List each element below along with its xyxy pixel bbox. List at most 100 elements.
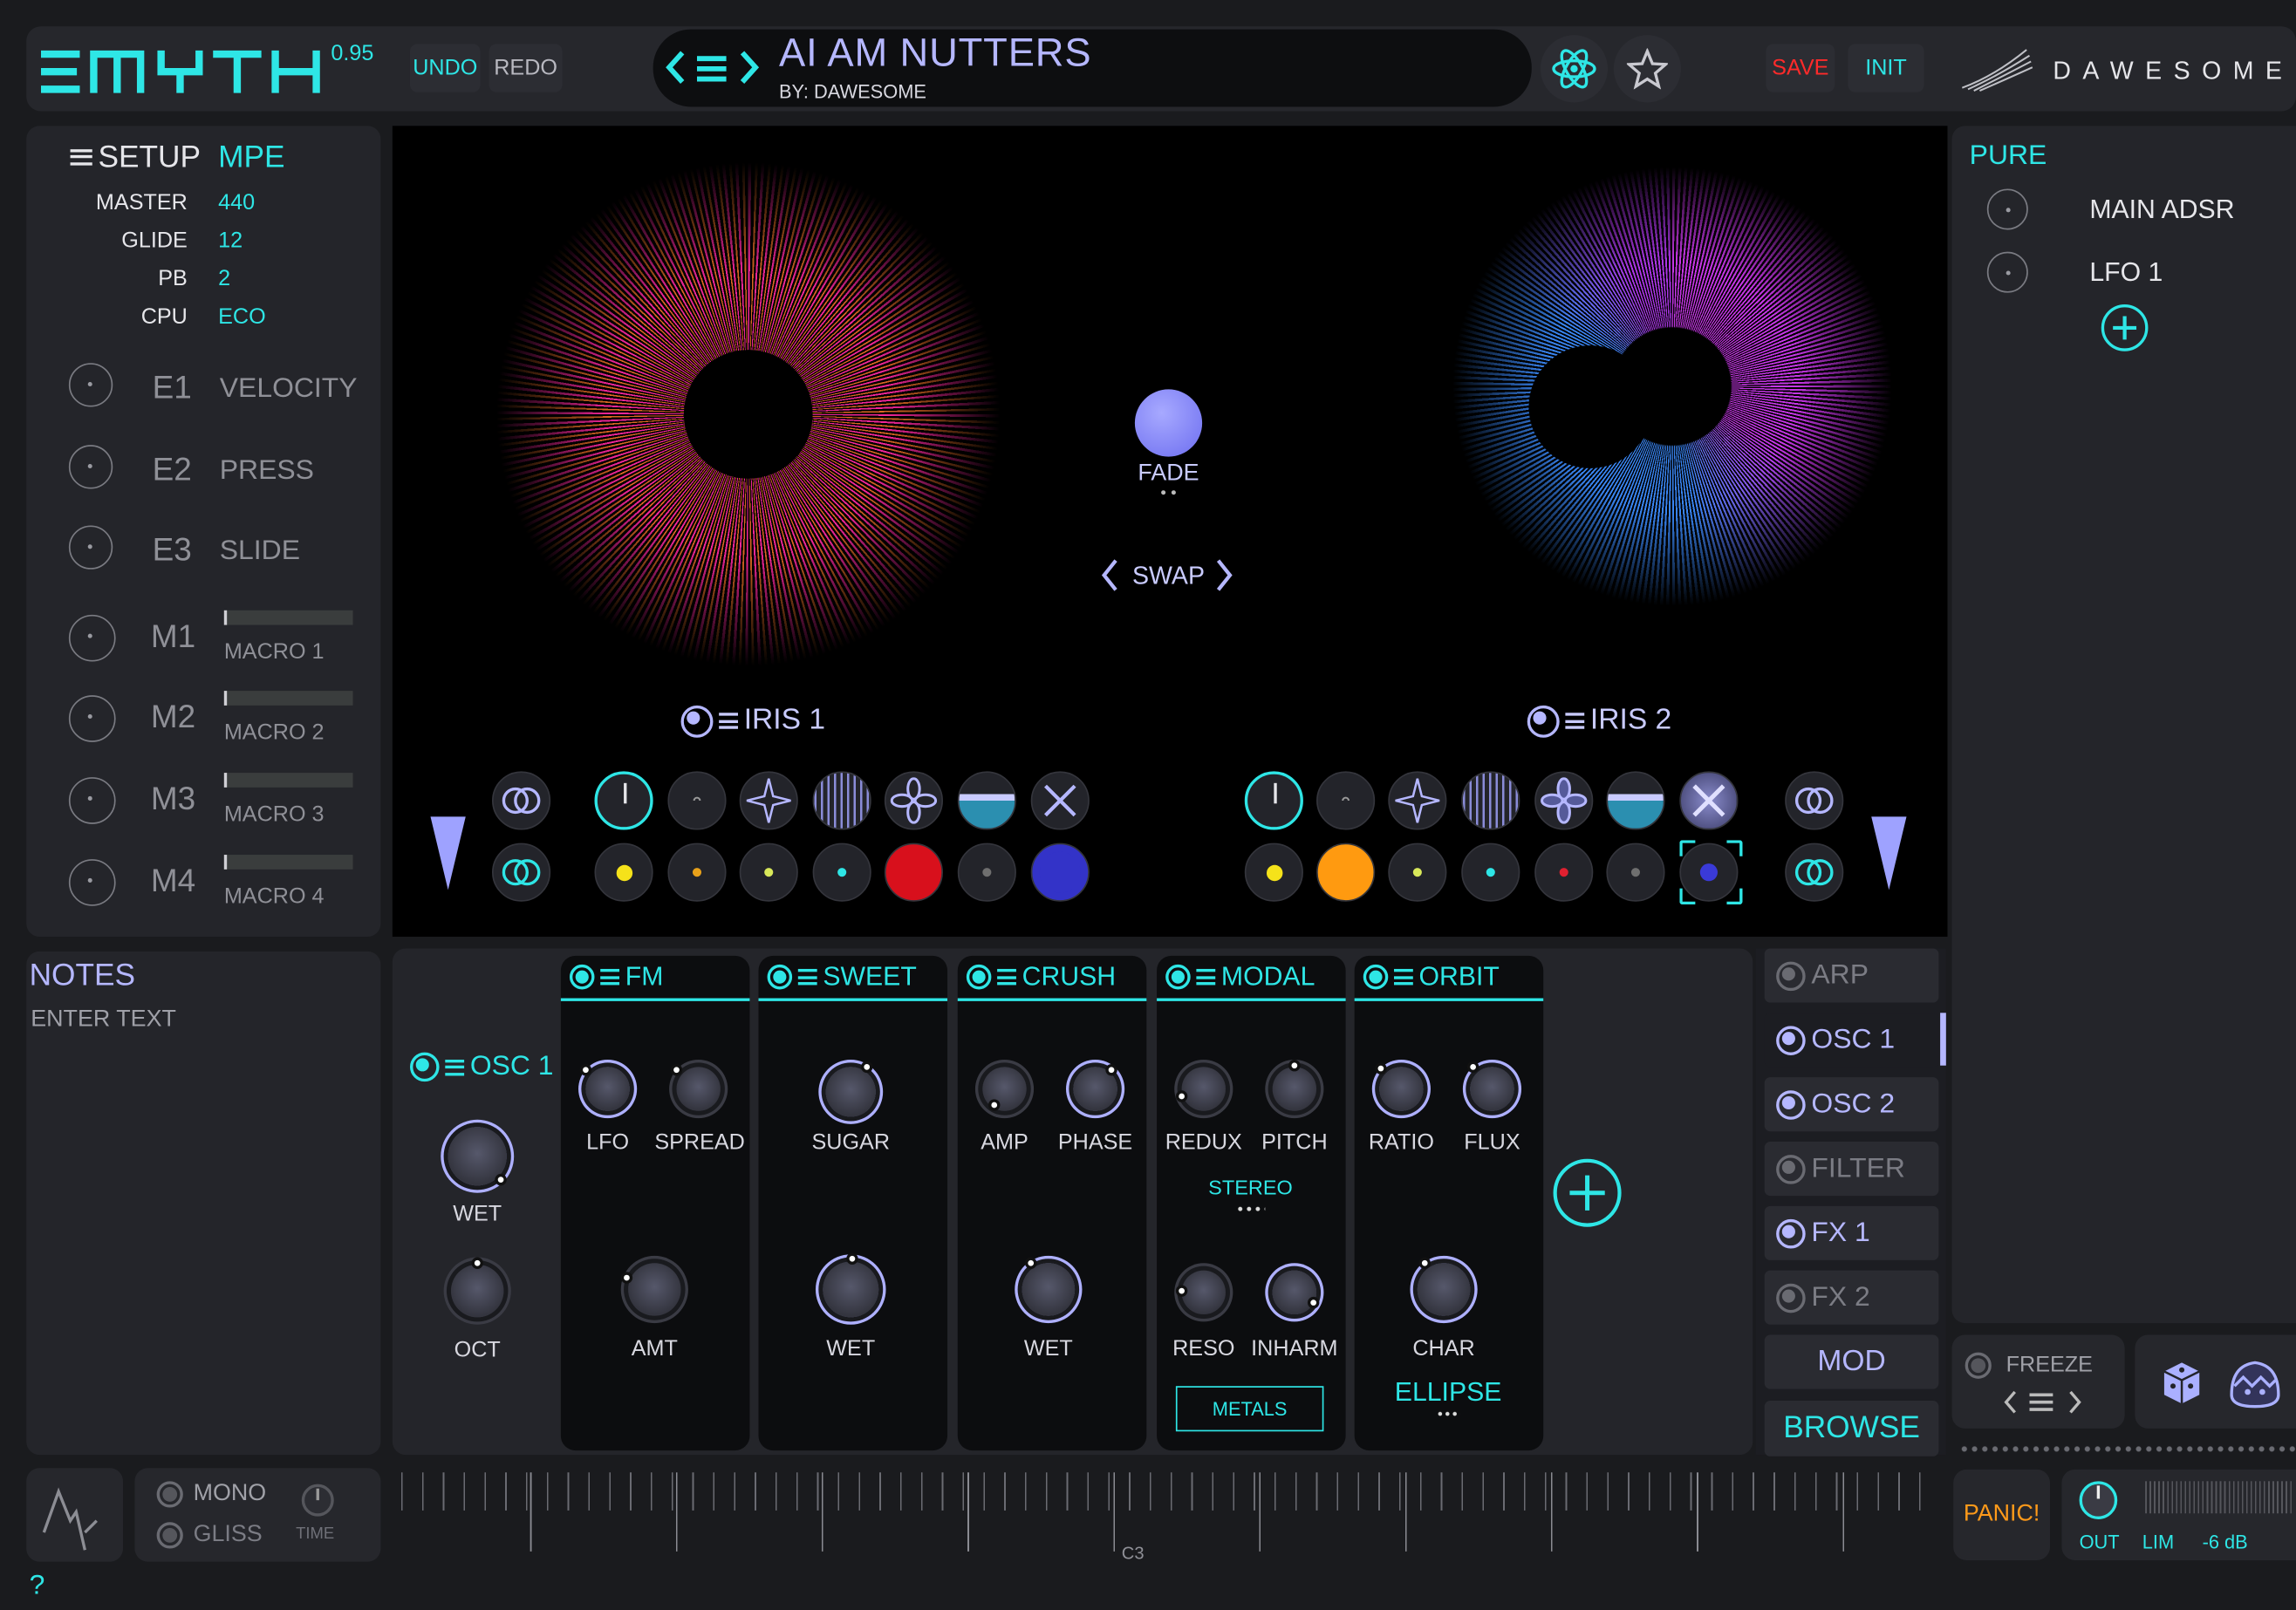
fm-spread-knob[interactable] <box>670 1064 721 1111</box>
osc-1-header[interactable]: OSC 1 <box>409 1051 554 1083</box>
crush-amp-knob[interactable] <box>982 1067 1027 1111</box>
modal-inharm-knob[interactable] <box>1272 1270 1320 1315</box>
iris-2-mod-dot-7[interactable] <box>1679 843 1739 902</box>
swap-prev-button[interactable] <box>1098 556 1122 595</box>
fx-2-power-toggle[interactable] <box>1776 1282 1806 1313</box>
m2-mod-target[interactable] <box>68 695 116 742</box>
iris-2-link-icon[interactable] <box>1785 843 1844 902</box>
crush-header[interactable]: CRUSH <box>957 956 1147 1001</box>
iris-1-level-triangle[interactable] <box>427 814 468 893</box>
fm-lfo-knob[interactable] <box>579 1064 630 1111</box>
iris-2-mod-dot-2[interactable] <box>1316 843 1376 902</box>
preset-menu-icon[interactable] <box>695 54 728 84</box>
mono-toggle[interactable] <box>156 1481 183 1508</box>
iris-1-mod-dot-1[interactable] <box>594 843 653 902</box>
iris-2-half-fill-icon[interactable] <box>1606 771 1665 830</box>
osc-1-power-toggle[interactable] <box>409 1052 440 1082</box>
fm-header[interactable]: FM <box>560 956 750 1001</box>
iris-2-spiral-icon[interactable] <box>1316 771 1376 830</box>
setup-menu-button[interactable]: SETUP <box>70 140 201 175</box>
nav-fx-1[interactable]: FX 1 <box>1764 1205 1939 1260</box>
e2-mod-target[interactable] <box>68 445 113 489</box>
crush-power-toggle[interactable] <box>966 964 992 990</box>
macro-2-slider[interactable] <box>223 691 353 706</box>
star-icon[interactable] <box>1613 35 1681 103</box>
iris-2-level-triangle[interactable] <box>1869 814 1910 893</box>
macro-4-slider[interactable] <box>223 855 353 870</box>
modal-stereo-dots[interactable] <box>1235 1205 1266 1212</box>
fx-1-nav-power-toggle[interactable] <box>1776 1218 1806 1248</box>
iris-2-menu-icon[interactable] <box>1565 713 1585 729</box>
iris-1-link-icon[interactable] <box>491 843 551 902</box>
iris-1-header[interactable]: IRIS 1 <box>680 704 825 738</box>
iris-1-mod-dot-6[interactable] <box>957 843 1016 902</box>
freeze-toggle[interactable] <box>1965 1352 1992 1379</box>
iris-1-mod-dot-5[interactable] <box>884 843 943 902</box>
nav-osc-2[interactable]: OSC 2 <box>1764 1077 1939 1132</box>
modal-power-toggle[interactable] <box>1165 964 1191 990</box>
main-adsr-label[interactable]: MAIN ADSR <box>2089 194 2234 225</box>
orbit-ratio-knob[interactable] <box>1375 1062 1424 1111</box>
envelope-shape-button[interactable] <box>26 1468 123 1562</box>
redo-button[interactable]: REDO <box>489 44 563 92</box>
iris-2-mod-dot-3[interactable] <box>1388 843 1447 902</box>
help-button[interactable]: ? <box>30 1571 45 1603</box>
iris-2-lines-icon[interactable] <box>1461 771 1520 830</box>
atom-icon[interactable] <box>1540 35 1609 103</box>
preset-name[interactable]: AI AM NUTTERS <box>779 31 1091 76</box>
iris-1-blend-icon[interactable] <box>491 771 551 830</box>
iris-2-mod-dot-6[interactable] <box>1606 843 1665 902</box>
iris-1-mod-dot-4[interactable] <box>812 843 871 902</box>
orbit-header[interactable]: ORBIT <box>1354 956 1544 1001</box>
gliss-toggle[interactable] <box>156 1522 183 1549</box>
iris-1-cross-icon[interactable] <box>1030 771 1090 830</box>
orbit-mode-dots[interactable] <box>1436 1410 1460 1417</box>
notes-text-field[interactable]: ENTER TEXT <box>31 1007 176 1034</box>
orbit-char-knob[interactable] <box>1417 1257 1471 1316</box>
e3-mod-target[interactable] <box>68 525 113 570</box>
orbit-flux-knob[interactable] <box>1466 1061 1514 1111</box>
m1-mod-target[interactable] <box>68 614 116 662</box>
lfo-1-label[interactable]: LFO 1 <box>2089 257 2163 288</box>
hatch-icon[interactable] <box>2225 1354 2284 1412</box>
m3-mod-target[interactable] <box>68 777 116 824</box>
main-adsr-mod-source[interactable] <box>1986 188 2028 230</box>
freeze-next-button[interactable] <box>2066 1388 2083 1417</box>
save-button[interactable]: SAVE <box>1766 44 1835 92</box>
osc-2-nav-power-toggle[interactable] <box>1776 1089 1806 1119</box>
modal-stereo-label[interactable]: STEREO <box>1192 1176 1309 1199</box>
glide-time-knob[interactable] <box>301 1484 334 1517</box>
crush-phase-knob[interactable] <box>1073 1064 1117 1111</box>
macro-3-slider[interactable] <box>223 773 353 788</box>
sweet-header[interactable]: SWEET <box>758 956 948 1001</box>
master-value[interactable]: 440 <box>218 184 266 222</box>
browse-button[interactable]: BROWSE <box>1764 1401 1939 1457</box>
orbit-power-toggle[interactable] <box>1363 964 1389 990</box>
iris-2-flower-icon[interactable] <box>1534 771 1594 830</box>
sweet-sugar-knob[interactable] <box>825 1061 876 1117</box>
iris-2-mod-dot-1[interactable] <box>1244 843 1303 902</box>
init-button[interactable]: INIT <box>1848 44 1924 92</box>
panic-button[interactable]: PANIC! <box>1953 1469 2050 1560</box>
iris-1-menu-icon[interactable] <box>719 713 738 729</box>
iris-1-pitch-knob[interactable] <box>594 771 653 830</box>
nav-arp[interactable]: ARP <box>1764 948 1939 1003</box>
undo-button[interactable]: UNDO <box>409 44 481 92</box>
iris-2-pitch-knob[interactable] <box>1244 771 1303 830</box>
orbit-ellipse-mode[interactable]: ELLIPSE <box>1375 1377 1521 1408</box>
crush-wet-knob[interactable] <box>1022 1257 1076 1316</box>
crush-menu-icon[interactable] <box>997 968 1016 986</box>
orbit-menu-icon[interactable] <box>1393 968 1413 986</box>
freeze-prev-button[interactable] <box>2002 1388 2019 1417</box>
nav-fx-2[interactable]: FX 2 <box>1764 1270 1939 1325</box>
sweet-power-toggle[interactable] <box>767 964 793 990</box>
metals-button[interactable]: METALS <box>1175 1386 1324 1432</box>
m4-mod-target[interactable] <box>68 859 116 906</box>
iris-2-power-toggle[interactable] <box>1527 705 1560 737</box>
osc-1-nav-power-toggle[interactable] <box>1776 1025 1806 1055</box>
osc-oct-knob[interactable] <box>450 1257 504 1318</box>
lfo-1-mod-source[interactable] <box>1986 251 2028 293</box>
limiter-toggle[interactable]: LIM <box>2142 1531 2174 1552</box>
swap-label[interactable]: SWAP <box>1124 562 1213 591</box>
pb-value[interactable]: 2 <box>218 261 266 299</box>
